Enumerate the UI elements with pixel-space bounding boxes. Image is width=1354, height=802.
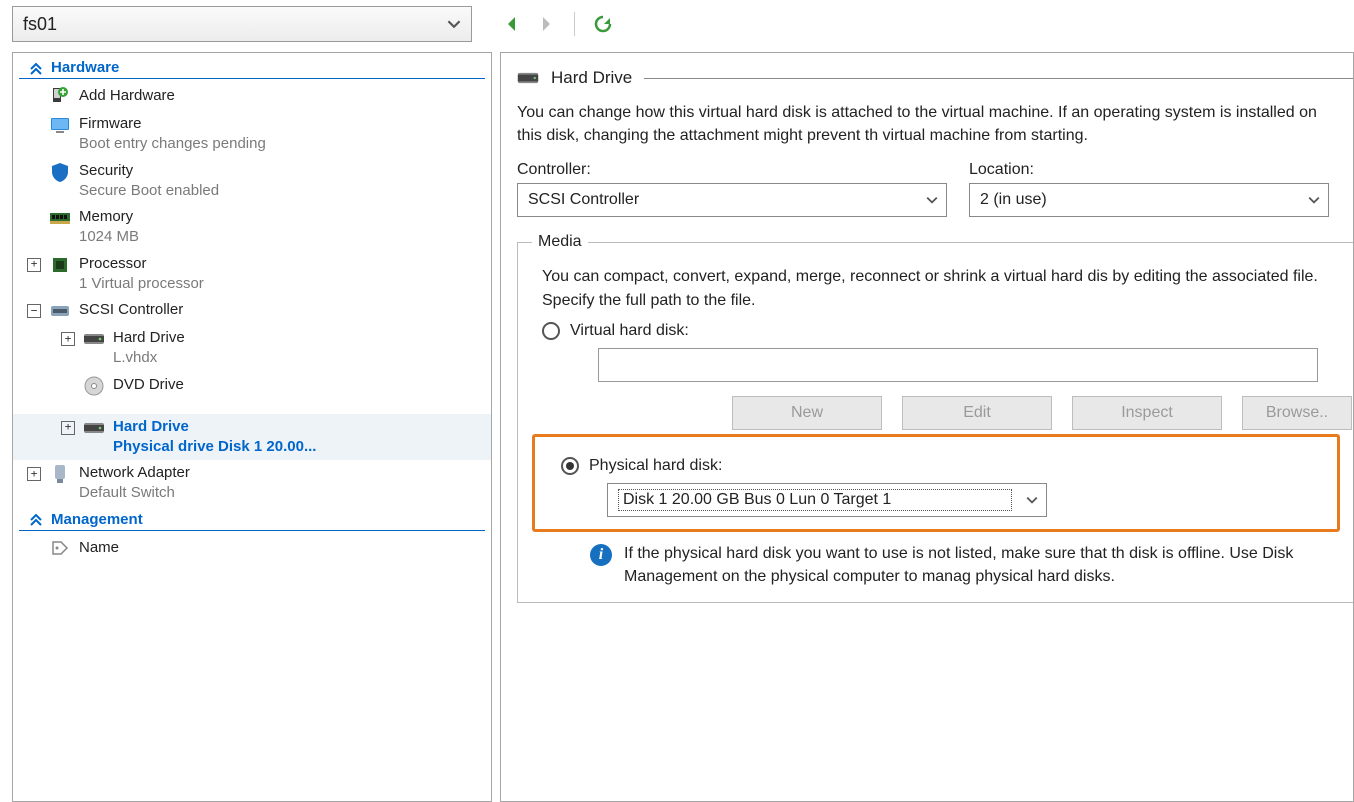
new-button: New [732,396,882,430]
tree-item-label: Processor [79,254,204,274]
hardware-category-label: Hardware [51,59,119,76]
disc-icon [83,375,105,397]
radio-icon [542,322,560,340]
tree-item-sublabel: 1 Virtual processor [79,274,204,294]
location-select[interactable]: 2 (in use) [969,183,1329,217]
intro-text: You can change how this virtual hard dis… [517,101,1337,147]
controller-icon [49,300,71,322]
tree-item-sublabel: L.vhdx [113,348,185,368]
tree-item-firmware[interactable]: Firmware Boot entry changes pending [13,111,491,158]
media-legend: Media [532,233,588,251]
browse-button: Browse.. [1242,396,1352,430]
controller-label: Controller: [517,161,947,179]
controller-select[interactable]: SCSI Controller [517,183,947,217]
expand-icon[interactable]: + [61,421,75,435]
tree-item-label: Hard Drive [113,328,185,348]
tree-item-label: DVD Drive [113,375,184,395]
info-icon: i [590,544,612,566]
location-value: 2 (in use) [980,191,1047,209]
harddrive-icon [517,67,539,89]
tree-item-label: Security [79,161,219,181]
vhd-radio-label: Virtual hard disk: [570,322,689,340]
tree-item-add-hardware[interactable]: Add Hardware [13,83,491,111]
tree-item-sublabel: Boot entry changes pending [79,134,266,154]
tree-item-label: Memory [79,207,139,227]
section-divider [644,78,1353,79]
cpu-icon [49,254,71,276]
media-fieldset: Media You can compact, convert, expand, … [517,233,1354,603]
info-text: If the physical hard disk you want to us… [624,542,1352,588]
tree-item-harddrive-1[interactable]: + Hard Drive L.vhdx [13,325,491,372]
virtual-hard-disk-radio[interactable]: Virtual hard disk: [542,322,1352,340]
chevron-down-icon [447,17,461,31]
collapse-icon [29,61,43,75]
highlight-annotation: Physical hard disk: Disk 1 20.00 GB Bus … [532,434,1340,532]
phys-radio-label: Physical hard disk: [589,457,722,475]
expand-icon[interactable]: + [27,258,41,272]
settings-tree[interactable]: Hardware Add Hardware [12,52,492,802]
tree-item-sublabel: Physical drive Disk 1 20.00... [113,437,316,457]
physical-disk-value: Disk 1 20.00 GB Bus 0 Lun 0 Target 1 [618,489,1012,511]
add-hardware-icon [49,86,71,108]
network-adapter-icon [49,463,71,485]
physical-hard-disk-radio[interactable]: Physical hard disk: [561,457,1331,475]
media-intro-text: You can compact, convert, expand, merge,… [542,265,1352,311]
chevron-down-icon [1308,194,1320,206]
vm-selector-dropdown[interactable]: fs01 [12,6,472,42]
forward-icon [536,14,556,34]
vhd-path-input[interactable] [598,348,1318,382]
tree-item-memory[interactable]: Memory 1024 MB [13,204,491,251]
expand-icon[interactable]: + [27,467,41,481]
tree-item-scsi[interactable]: − SCSI Controller [13,297,491,325]
tree-item-label: SCSI Controller [79,300,183,320]
settings-detail-pane: Hard Drive You can change how this virtu… [500,52,1354,802]
tree-item-sublabel: Secure Boot enabled [79,181,219,201]
vm-selector-value: fs01 [23,14,57,35]
inspect-button: Inspect [1072,396,1222,430]
tree-item-name[interactable]: Name [13,535,491,563]
back-icon[interactable] [502,14,522,34]
expand-icon[interactable]: + [61,332,75,346]
tree-item-label: Add Hardware [79,86,175,106]
hardware-category[interactable]: Hardware [19,55,485,79]
management-category-label: Management [51,511,143,528]
monitor-icon [49,114,71,136]
edit-button: Edit [902,396,1052,430]
chevron-down-icon [926,194,938,206]
tree-item-security[interactable]: Security Secure Boot enabled [13,158,491,205]
tree-item-label: Name [79,538,119,558]
controller-value: SCSI Controller [528,191,639,209]
tree-item-processor[interactable]: + Processor 1 Virtual processor [13,251,491,298]
tag-icon [49,538,71,560]
chevron-down-icon [1026,494,1038,506]
toolbar-divider [574,12,575,36]
tree-item-harddrive-2[interactable]: + Hard Drive Physical drive Disk 1 20.00… [13,414,491,461]
tree-item-sublabel: Default Switch [79,483,190,503]
tree-item-dvd[interactable]: DVD Drive [13,372,491,400]
location-label: Location: [969,161,1353,179]
tree-item-label: Network Adapter [79,463,190,483]
tree-item-label: Firmware [79,114,266,134]
memory-icon [49,207,71,229]
harddrive-icon [83,328,105,350]
tree-item-sublabel: 1024 MB [79,227,139,247]
refresh-icon[interactable] [593,14,613,34]
tree-item-network[interactable]: + Network Adapter Default Switch [13,460,491,507]
harddrive-icon [83,417,105,439]
physical-disk-select[interactable]: Disk 1 20.00 GB Bus 0 Lun 0 Target 1 [607,483,1047,517]
tree-item-label: Hard Drive [113,417,316,437]
radio-checked-icon [561,457,579,475]
collapse-node-icon[interactable]: − [27,304,41,318]
section-title: Hard Drive [551,68,632,88]
management-category[interactable]: Management [19,507,485,531]
collapse-icon [29,512,43,526]
shield-icon [49,161,71,183]
